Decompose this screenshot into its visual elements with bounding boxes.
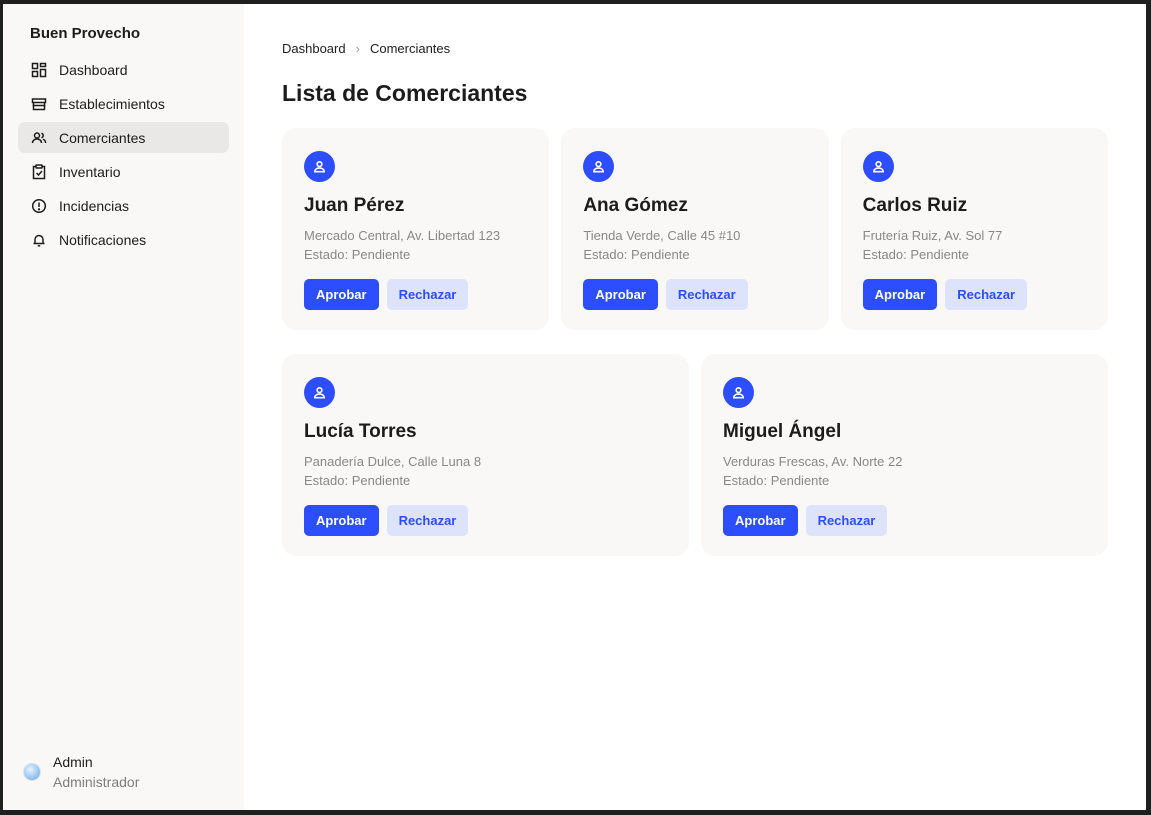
merchant-status: Estado: Pendiente xyxy=(723,473,830,488)
app-window: Buen Provecho Dashboard Establecimientos… xyxy=(3,4,1146,810)
clipboard-check-icon xyxy=(30,163,47,180)
merchant-name: Lucía Torres xyxy=(304,421,417,442)
alert-circle-icon xyxy=(30,197,47,214)
sidebar-item-label: Dashboard xyxy=(59,61,128,78)
merchant-status: Estado: Pendiente xyxy=(304,247,411,262)
breadcrumb-root-link[interactable]: Dashboard xyxy=(282,41,346,56)
sidebar-item-label: Comerciantes xyxy=(59,129,146,146)
merchant-card: Ana Gómez Tienda Verde, Calle 45 #10 Est… xyxy=(561,128,829,330)
sidebar-item-label: Incidencias xyxy=(59,197,130,214)
breadcrumb: Dashboard › Comerciantes xyxy=(282,40,1108,56)
merchant-status: Estado: Pendiente xyxy=(583,247,690,262)
reject-button[interactable]: Rechazar xyxy=(386,505,469,536)
user-icon xyxy=(304,377,335,408)
merchant-row: Lucía Torres Panadería Dulce, Calle Luna… xyxy=(282,354,1108,556)
approve-button[interactable]: Aprobar xyxy=(304,279,379,310)
reject-button[interactable]: Rechazar xyxy=(665,279,748,310)
user-icon xyxy=(862,151,894,182)
sidebar-item-notificaciones[interactable]: Notificaciones xyxy=(18,224,229,255)
store-icon xyxy=(30,95,47,112)
merchant-card: Carlos Ruiz Frutería Ruiz, Av. Sol 77 Es… xyxy=(840,128,1108,330)
merchant-name: Miguel Ángel xyxy=(723,421,842,442)
merchant-address: Verduras Frescas, Av. Norte 22 xyxy=(723,454,903,469)
avatar xyxy=(23,763,41,781)
merchant-row: Juan Pérez Mercado Central, Av. Libertad… xyxy=(282,128,1108,330)
sidebar-item-dashboard[interactable]: Dashboard xyxy=(18,54,229,85)
sidebar-item-comerciantes[interactable]: Comerciantes xyxy=(18,122,229,153)
sidebar-item-establecimientos[interactable]: Establecimientos xyxy=(18,88,229,119)
user-icon xyxy=(723,377,754,408)
sidebar-item-label: Establecimientos xyxy=(59,95,165,112)
brand-title: Buen Provecho xyxy=(30,25,141,42)
sidebar-nav: Dashboard Establecimientos Comerciantes … xyxy=(18,54,229,255)
breadcrumb-current: Comerciantes xyxy=(369,40,451,56)
user-role: Administrador xyxy=(53,774,140,790)
sidebar-item-inventario[interactable]: Inventario xyxy=(18,156,229,187)
user-icon xyxy=(304,151,335,182)
chevron-right-icon: › xyxy=(355,40,360,56)
merchant-status: Estado: Pendiente xyxy=(862,247,969,262)
sidebar-item-label: Inventario xyxy=(59,163,121,180)
users-icon xyxy=(30,129,47,146)
approve-button[interactable]: Aprobar xyxy=(304,505,379,536)
user-profile[interactable]: Admin Administrador xyxy=(23,752,139,792)
merchant-address: Panadería Dulce, Calle Luna 8 xyxy=(304,454,482,469)
merchant-address: Frutería Ruiz, Av. Sol 77 xyxy=(862,228,1003,243)
approve-button[interactable]: Aprobar xyxy=(862,279,938,310)
merchant-card: Juan Pérez Mercado Central, Av. Libertad… xyxy=(282,128,550,330)
reject-button[interactable]: Rechazar xyxy=(386,279,469,310)
merchant-grid: Juan Pérez Mercado Central, Av. Libertad… xyxy=(282,128,1108,556)
reject-button[interactable]: Rechazar xyxy=(805,505,888,536)
reject-button[interactable]: Rechazar xyxy=(945,279,1028,310)
bell-icon xyxy=(30,231,47,248)
sidebar-item-label: Notificaciones xyxy=(59,231,147,248)
merchant-card: Lucía Torres Panadería Dulce, Calle Luna… xyxy=(282,354,689,556)
merchant-address: Tienda Verde, Calle 45 #10 xyxy=(583,228,741,243)
main-content: Dashboard › Comerciantes Lista de Comerc… xyxy=(244,4,1146,810)
merchant-card: Miguel Ángel Verduras Frescas, Av. Norte… xyxy=(701,354,1108,556)
dashboard-icon xyxy=(30,61,47,78)
approve-button[interactable]: Aprobar xyxy=(723,505,798,536)
approve-button[interactable]: Aprobar xyxy=(583,279,658,310)
user-name: Admin xyxy=(53,754,93,770)
user-icon xyxy=(583,151,615,182)
merchant-name: Juan Pérez xyxy=(304,195,405,216)
merchant-name: Carlos Ruiz xyxy=(862,195,968,216)
merchant-status: Estado: Pendiente xyxy=(304,473,411,488)
merchant-name: Ana Gómez xyxy=(583,195,688,216)
sidebar: Buen Provecho Dashboard Establecimientos… xyxy=(3,4,244,810)
merchant-address: Mercado Central, Av. Libertad 123 xyxy=(304,228,501,243)
sidebar-item-incidencias[interactable]: Incidencias xyxy=(18,190,229,221)
page-title: Lista de Comerciantes xyxy=(282,80,528,106)
